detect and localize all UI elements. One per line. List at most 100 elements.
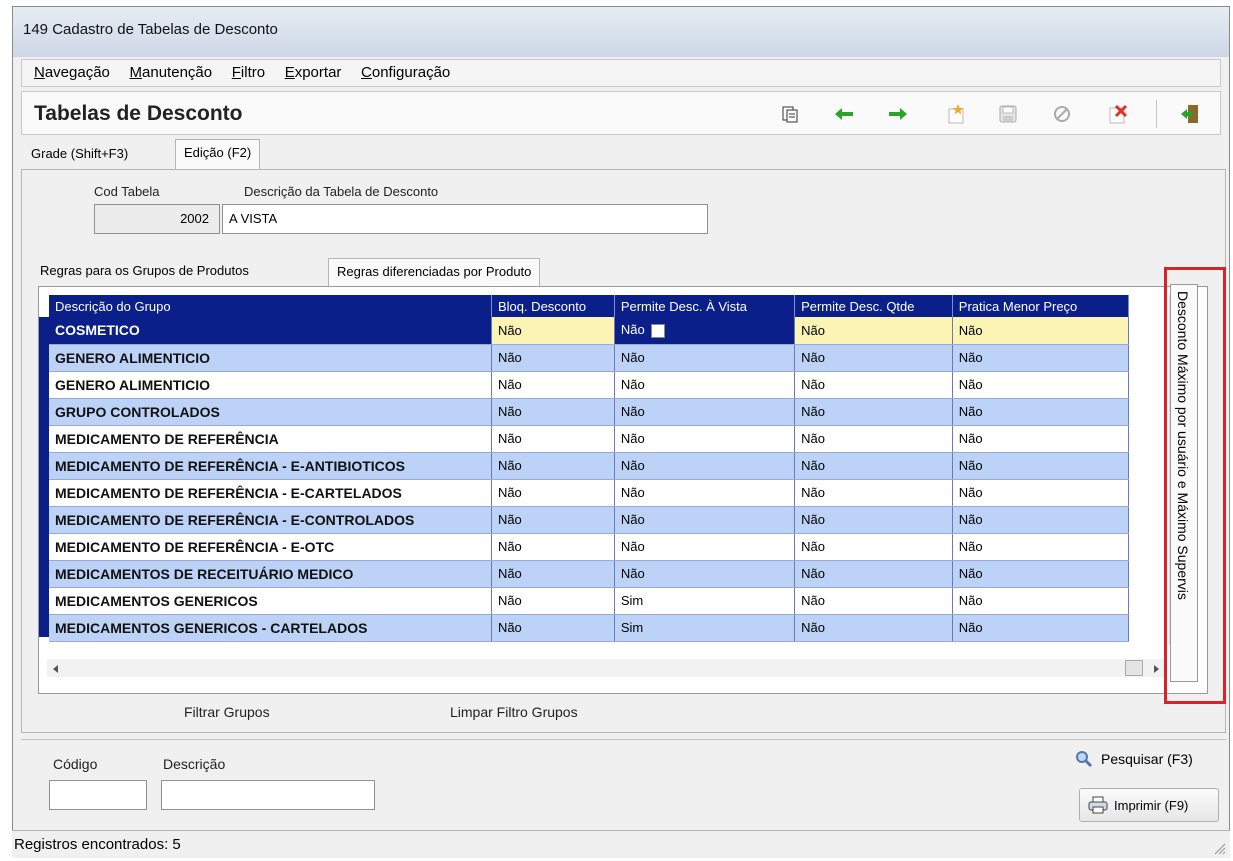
table-row[interactable]: MEDICAMENTOS GENERICOS - CARTELADOS Não … bbox=[49, 614, 1130, 642]
cell-menor-preco[interactable]: Não bbox=[952, 560, 1130, 588]
scroll-right-icon[interactable] bbox=[1153, 664, 1161, 674]
codigo-input[interactable] bbox=[49, 780, 147, 810]
table-row[interactable]: MEDICAMENTOS DE RECEITUÁRIO MEDICO Não N… bbox=[49, 560, 1130, 588]
cell-vista[interactable]: Não bbox=[614, 344, 796, 372]
table-row[interactable]: MEDICAMENTO DE REFERÊNCIA - E-CONTROLADO… bbox=[49, 506, 1130, 534]
limpar-filtro-grupos-button[interactable]: Limpar Filtro Grupos bbox=[450, 704, 578, 720]
checkbox-editor[interactable] bbox=[650, 324, 665, 339]
descricao-input[interactable] bbox=[161, 780, 375, 810]
menu-navegacao[interactable]: Navegação bbox=[34, 60, 110, 86]
cell-menor-preco[interactable]: Não bbox=[952, 425, 1130, 453]
cell-qtde[interactable]: Não bbox=[794, 398, 953, 426]
hscroll-thumb[interactable] bbox=[1125, 660, 1143, 676]
cell-bloq[interactable]: Não bbox=[491, 560, 615, 588]
cell-bloq[interactable]: Não bbox=[491, 533, 615, 561]
horizontal-scrollbar[interactable] bbox=[47, 659, 1167, 677]
resize-grip-icon[interactable] bbox=[1212, 841, 1226, 855]
table-row[interactable]: MEDICAMENTO DE REFERÊNCIA - E-CARTELADOS… bbox=[49, 479, 1130, 507]
cell-menor-preco[interactable]: Não bbox=[952, 398, 1130, 426]
table-row[interactable]: GRUPO CONTROLADOS Não Não Não Não bbox=[49, 398, 1130, 426]
cell-bloq[interactable]: Não bbox=[491, 425, 615, 453]
cell-vista[interactable]: Não bbox=[614, 317, 796, 345]
menu-exportar[interactable]: Exportar bbox=[285, 60, 342, 86]
cell-qtde[interactable]: Não bbox=[794, 614, 953, 642]
cell-bloq[interactable]: Não bbox=[491, 479, 615, 507]
cell-vista[interactable]: Não bbox=[614, 425, 796, 453]
delete-icon[interactable] bbox=[1106, 102, 1130, 126]
col-permite-desc-vista[interactable]: Permite Desc. À Vista bbox=[614, 295, 796, 317]
cell-menor-preco[interactable]: Não bbox=[952, 452, 1130, 480]
menu-filtro[interactable]: Filtro bbox=[232, 60, 265, 86]
cell-bloq[interactable]: Não bbox=[491, 344, 615, 372]
arrow-left-icon[interactable] bbox=[832, 102, 856, 126]
copy-icon[interactable] bbox=[778, 102, 802, 126]
new-record-icon[interactable] bbox=[944, 102, 968, 126]
descricao-tabela-field[interactable]: A VISTA bbox=[222, 204, 708, 234]
table-row[interactable]: GENERO ALIMENTICIO Não Não Não Não bbox=[49, 371, 1130, 399]
cancel-icon[interactable] bbox=[1050, 102, 1074, 126]
cell-descricao[interactable]: MEDICAMENTOS GENERICOS - CARTELADOS bbox=[49, 614, 492, 642]
cell-qtde[interactable]: Não bbox=[794, 452, 953, 480]
col-bloq-desconto[interactable]: Bloq. Desconto bbox=[491, 295, 615, 317]
cell-menor-preco[interactable]: Não bbox=[952, 479, 1130, 507]
imprimir-button[interactable]: Imprimir (F9) bbox=[1079, 788, 1219, 822]
tab-edicao[interactable]: Edição (F2) bbox=[175, 139, 261, 169]
col-descricao-grupo[interactable]: Descrição do Grupo bbox=[49, 295, 492, 317]
table-row[interactable]: GENERO ALIMENTICIO Não Não Não Não bbox=[49, 344, 1130, 372]
table-row[interactable]: MEDICAMENTO DE REFERÊNCIA Não Não Não Nã… bbox=[49, 425, 1130, 453]
cell-bloq[interactable]: Não bbox=[491, 452, 615, 480]
pesquisar-button[interactable]: Pesquisar (F3) bbox=[1067, 744, 1217, 774]
tab-regras-grupos[interactable]: Regras para os Grupos de Produtos bbox=[32, 258, 257, 286]
cell-qtde[interactable]: Não bbox=[794, 506, 953, 534]
tab-desconto-maximo[interactable]: Desconto Máximo por usuário e Máximo Sup… bbox=[1170, 284, 1198, 682]
cell-qtde[interactable]: Não bbox=[794, 587, 953, 615]
cell-vista[interactable]: Não bbox=[614, 533, 796, 561]
scroll-left-icon[interactable] bbox=[51, 664, 59, 674]
cell-qtde[interactable]: Não bbox=[794, 533, 953, 561]
cell-bloq[interactable]: Não bbox=[491, 506, 615, 534]
save-icon[interactable] bbox=[996, 102, 1020, 126]
tab-regras-produto[interactable]: Regras diferenciadas por Produto bbox=[328, 258, 541, 286]
cell-qtde[interactable]: Não bbox=[794, 317, 953, 345]
cell-qtde[interactable]: Não bbox=[794, 344, 953, 372]
cell-vista[interactable]: Não bbox=[614, 371, 796, 399]
cell-qtde[interactable]: Não bbox=[794, 560, 953, 588]
cell-vista[interactable]: Não bbox=[614, 452, 796, 480]
cell-qtde[interactable]: Não bbox=[794, 371, 953, 399]
cell-bloq[interactable]: Não bbox=[491, 398, 615, 426]
cell-menor-preco[interactable]: Não bbox=[952, 317, 1130, 345]
cell-menor-preco[interactable]: Não bbox=[952, 614, 1130, 642]
tab-grade[interactable]: Grade (Shift+F3) bbox=[23, 141, 136, 169]
cell-menor-preco[interactable]: Não bbox=[952, 533, 1130, 561]
cell-menor-preco[interactable]: Não bbox=[952, 371, 1130, 399]
filtrar-grupos-button[interactable]: Filtrar Grupos bbox=[184, 704, 270, 720]
table-row[interactable]: MEDICAMENTO DE REFERÊNCIA - E-OTC Não Nã… bbox=[49, 533, 1130, 561]
cell-qtde[interactable]: Não bbox=[794, 425, 953, 453]
cell-bloq[interactable]: Não bbox=[491, 371, 615, 399]
cell-vista[interactable]: Não bbox=[614, 398, 796, 426]
table-row[interactable]: MEDICAMENTOS GENERICOS Não Sim Não Não bbox=[49, 587, 1130, 615]
cell-menor-preco[interactable]: Não bbox=[952, 344, 1130, 372]
menu-configuracao[interactable]: Configuração bbox=[361, 60, 450, 86]
exit-icon[interactable] bbox=[1178, 102, 1202, 126]
cell-vista[interactable]: Não bbox=[614, 479, 796, 507]
arrow-right-icon[interactable] bbox=[886, 102, 910, 126]
cell-descricao[interactable]: GRUPO CONTROLADOS bbox=[49, 398, 492, 426]
menu-manutencao[interactable]: Manutenção bbox=[130, 60, 213, 86]
table-row[interactable]: COSMETICO Não Não Não Não bbox=[49, 317, 1130, 345]
cell-qtde[interactable]: Não bbox=[794, 479, 953, 507]
cell-descricao[interactable]: MEDICAMENTO DE REFERÊNCIA - E-ANTIBIOTIC… bbox=[49, 452, 492, 480]
cell-vista[interactable]: Sim bbox=[614, 587, 796, 615]
cell-menor-preco[interactable]: Não bbox=[952, 587, 1130, 615]
cod-tabela-field[interactable]: 2002 bbox=[94, 204, 220, 234]
col-pratica-menor-preco[interactable]: Pratica Menor Preço bbox=[952, 295, 1130, 317]
cell-descricao[interactable]: COSMETICO bbox=[49, 317, 492, 345]
cell-descricao[interactable]: MEDICAMENTO DE REFERÊNCIA - E-CARTELADOS bbox=[49, 479, 492, 507]
cell-vista[interactable]: Sim bbox=[614, 614, 796, 642]
cell-menor-preco[interactable]: Não bbox=[952, 506, 1130, 534]
cell-descricao[interactable]: MEDICAMENTOS DE RECEITUÁRIO MEDICO bbox=[49, 560, 492, 588]
cell-bloq[interactable]: Não bbox=[491, 587, 615, 615]
cell-descricao[interactable]: MEDICAMENTO DE REFERÊNCIA bbox=[49, 425, 492, 453]
cell-descricao[interactable]: MEDICAMENTO DE REFERÊNCIA - E-OTC bbox=[49, 533, 492, 561]
cell-vista[interactable]: Não bbox=[614, 560, 796, 588]
